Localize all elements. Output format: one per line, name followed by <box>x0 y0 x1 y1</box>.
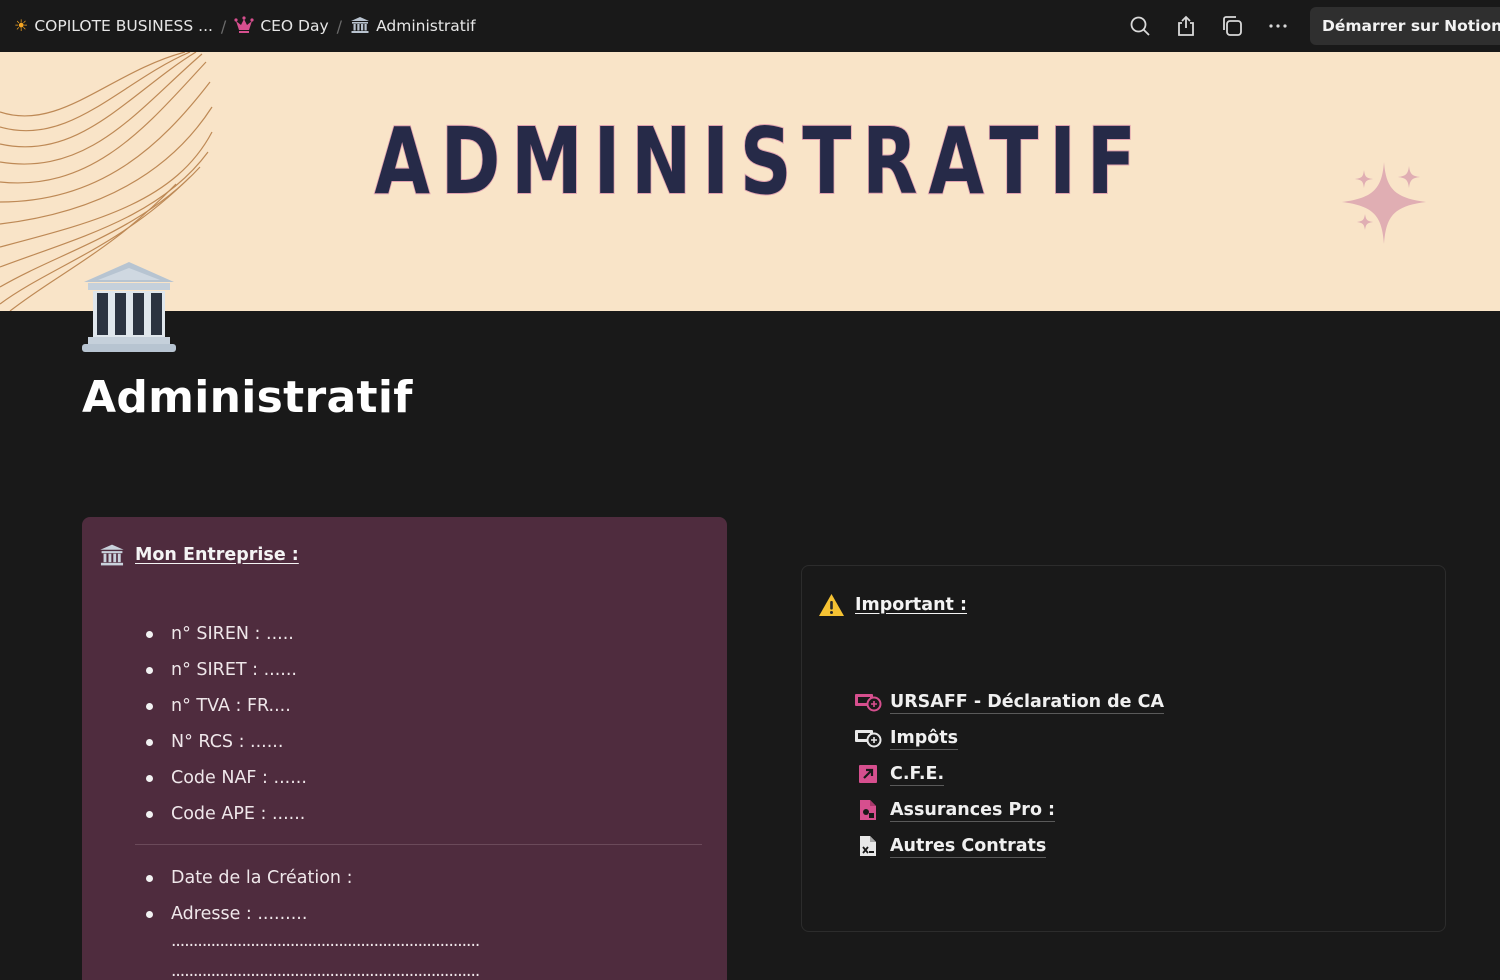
link-autres-contrats[interactable]: Autres Contrats <box>854 828 1164 864</box>
arrow-box-icon <box>859 765 877 783</box>
top-bar: ☀ COPILOTE BUSINESS ... / CEO Day / Admi… <box>0 0 1500 52</box>
link-label: Autres Contrats <box>890 835 1047 858</box>
link-label: C.F.E. <box>890 763 945 786</box>
callout-heading: Mon Entreprise : <box>99 543 299 567</box>
list-item: Code APE : ...... <box>144 796 307 832</box>
search-button[interactable] <box>1124 10 1156 42</box>
address-line: ........................................… <box>171 931 480 951</box>
address-line: ........................................… <box>171 961 480 980</box>
important-heading: Important : <box>855 595 968 615</box>
duplicate-button[interactable] <box>1216 10 1248 42</box>
classical-building-icon <box>100 544 124 566</box>
list-item: Code NAF : ...... <box>144 760 307 796</box>
share-icon <box>1178 15 1194 36</box>
breadcrumb-label: CEO Day <box>260 17 329 35</box>
list-item: n° SIREN : ..... <box>144 616 307 652</box>
link-label: Impôts <box>890 727 959 750</box>
warning-icon <box>819 594 844 616</box>
breadcrumb-item-copilote[interactable]: ☀ COPILOTE BUSINESS ... <box>10 13 217 39</box>
divider <box>135 844 702 845</box>
link-label: URSAFF - Déclaration de CA <box>890 691 1165 714</box>
link-cfe[interactable]: C.F.E. <box>854 756 1164 792</box>
start-on-notion-button[interactable]: Démarrer sur Notion ma <box>1310 7 1500 45</box>
link-ursaff[interactable]: URSAFF - Déclaration de CA <box>854 684 1165 720</box>
breadcrumb-item-ceo-day[interactable]: CEO Day <box>230 12 332 41</box>
classical-building-icon <box>350 16 370 37</box>
search-icon <box>1130 16 1150 36</box>
breadcrumb-separator: / <box>336 16 343 36</box>
callout-heading: Important : <box>818 593 967 617</box>
sparkles-decoration <box>1342 162 1426 244</box>
mon-entreprise-heading: Mon Entreprise : <box>135 545 299 565</box>
breadcrumb: ☀ COPILOTE BUSINESS ... / CEO Day / Admi… <box>0 0 480 52</box>
important-callout: Important : URSAFF - Déclaration de CA I… <box>801 565 1446 932</box>
link-assurances[interactable]: Assurances Pro : <box>854 792 1164 828</box>
classical-building-icon <box>82 262 176 352</box>
duplicate-icon <box>1223 16 1242 36</box>
breadcrumb-label: COPILOTE BUSINESS ... <box>34 17 213 35</box>
money-exchange-icon <box>855 730 882 748</box>
more-icon <box>1269 24 1287 28</box>
share-button[interactable] <box>1170 10 1202 42</box>
link-label: Assurances Pro : <box>890 799 1056 822</box>
list-item: n° TVA : FR.... <box>144 688 307 724</box>
mon-entreprise-callout: Mon Entreprise : n° SIREN : ..... n° SIR… <box>82 517 727 980</box>
document-shapes-icon <box>860 800 876 820</box>
list-item: Adresse : ......... <box>144 896 352 932</box>
more-button[interactable] <box>1262 10 1294 42</box>
list-item: Date de la Création : <box>144 860 352 896</box>
company-details-list: Date de la Création : Adresse : ........… <box>144 860 352 932</box>
breadcrumb-label: Administratif <box>376 17 476 35</box>
important-links: URSAFF - Déclaration de CA Impôts C.F.E.… <box>854 684 1165 864</box>
top-actions: Démarrer sur Notion ma <box>1124 0 1500 52</box>
document-x-icon <box>860 836 876 856</box>
money-exchange-icon <box>855 694 882 712</box>
list-item: n° SIRET : ...... <box>144 652 307 688</box>
page-cover: ADMINISTRATIF <box>0 52 1500 311</box>
company-id-list: n° SIREN : ..... n° SIRET : ...... n° TV… <box>144 616 307 832</box>
breadcrumb-separator: / <box>220 16 227 36</box>
page-title: Administratif <box>82 372 413 423</box>
link-impots[interactable]: Impôts <box>854 720 1164 756</box>
crown-icon <box>234 15 254 37</box>
list-item: N° RCS : ...... <box>144 724 307 760</box>
sun-icon: ☀ <box>14 16 29 35</box>
breadcrumb-item-administratif[interactable]: Administratif <box>346 12 480 41</box>
cover-title: ADMINISTRATIF <box>374 107 1147 216</box>
